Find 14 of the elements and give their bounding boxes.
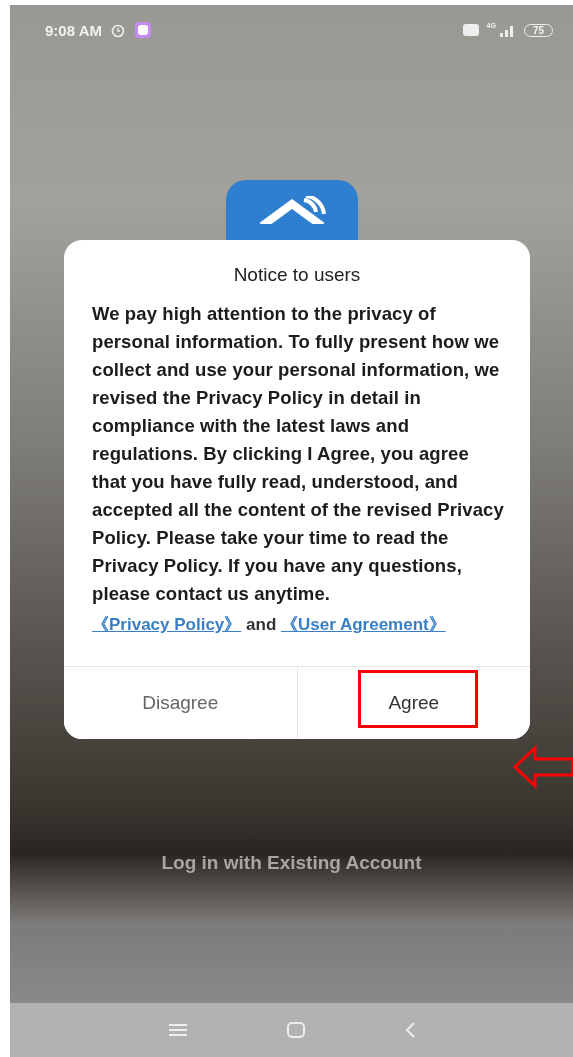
policy-link[interactable]: 《User Agreement》 <box>281 615 446 634</box>
agree-button[interactable]: Agree <box>296 667 530 739</box>
agreement-links-text: 《Privacy Policy》 and 《User Agreement》 <box>92 614 447 636</box>
home-icon[interactable] <box>286 1022 305 1038</box>
menu-icon[interactable] <box>168 1023 187 1037</box>
arrow-icon <box>513 745 573 789</box>
login-link[interactable]: Log in with Existing Account <box>161 852 422 874</box>
signal-icon <box>497 23 516 37</box>
dialog-title: Notice to users <box>232 264 362 286</box>
back-icon[interactable] <box>404 1022 415 1038</box>
app-notification-icon <box>133 21 152 39</box>
notice-text: We pay high attention to the privacy of personal information. To fully present how we collect and use your personal information, we revised the Privacy Policy in detail in compliance with the latest laws and regulations. By clicking I Agree, you agree that you have fully read, understood, and accepted all the content of the revised Privacy Policy. Please take your time to read the Privacy Policy. If you have any questions, please contact us anytime. <box>92 302 504 606</box>
policy-link[interactable]: 《Privacy Policy》 <box>92 615 242 634</box>
status-time: 9:08 AM <box>45 21 102 39</box>
